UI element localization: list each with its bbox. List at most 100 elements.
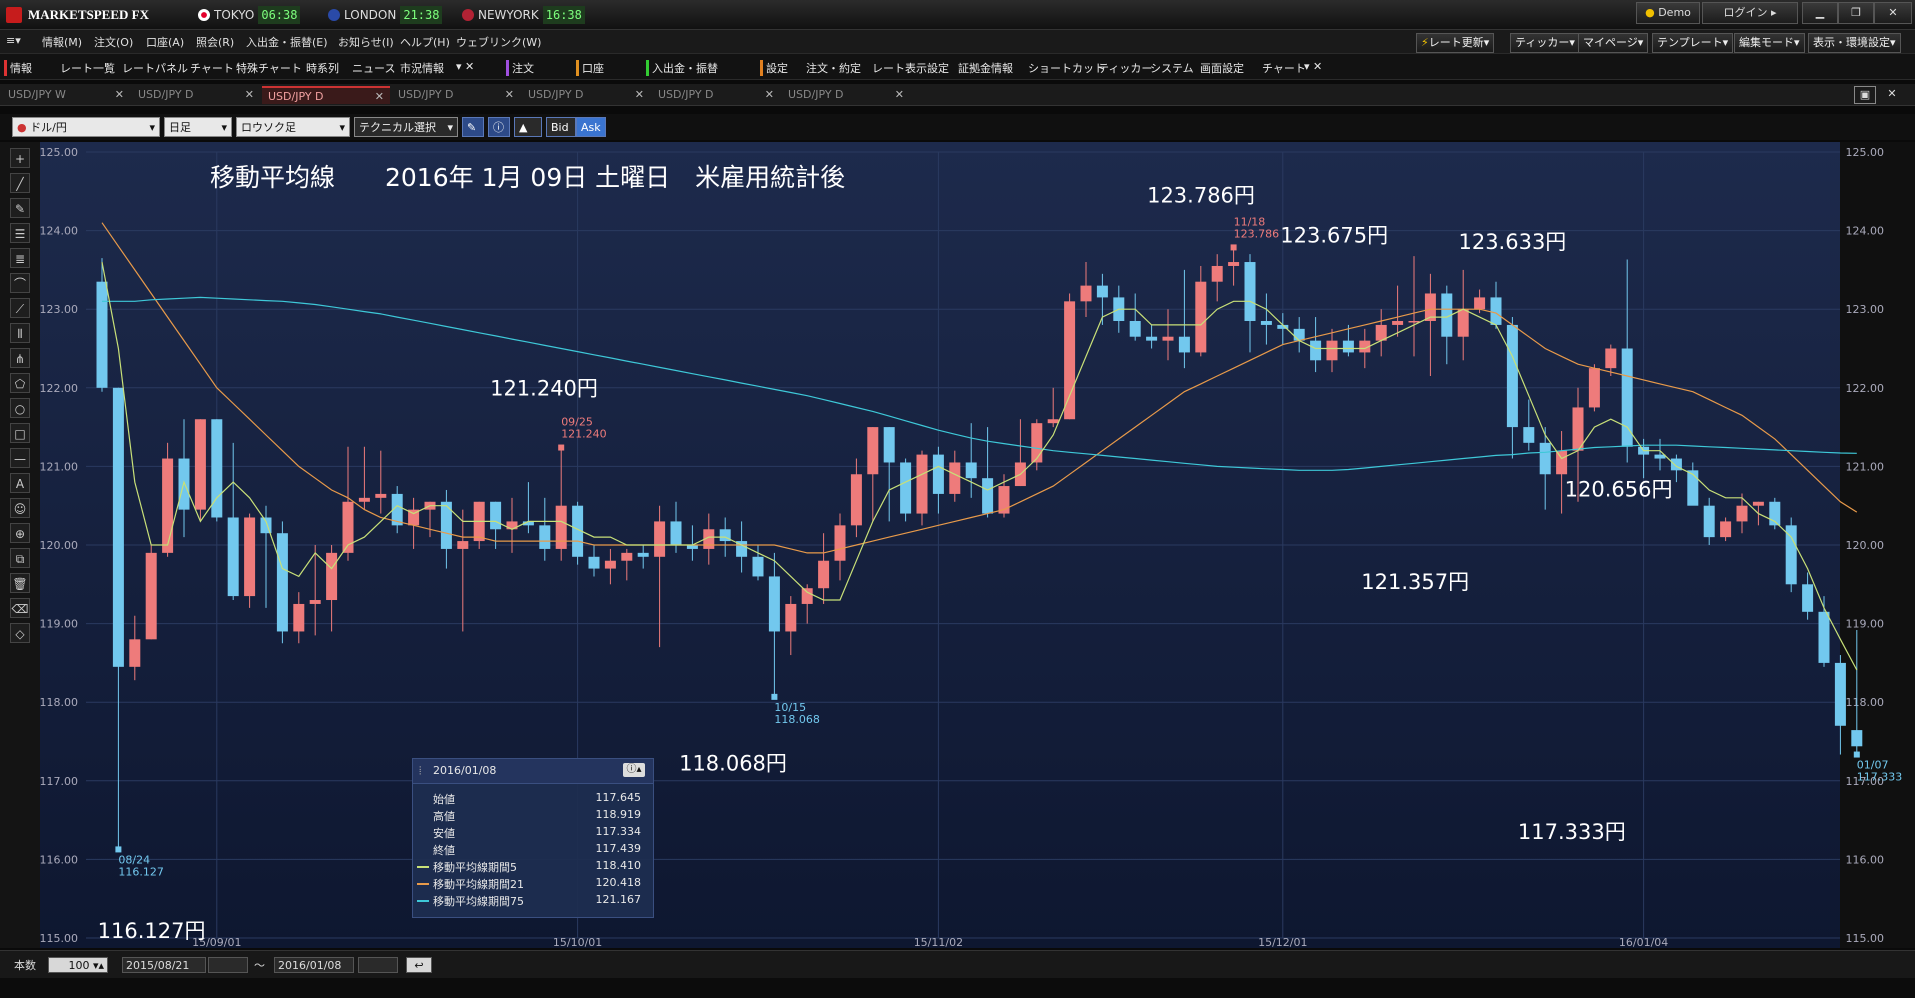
tab-close-icon[interactable]: ✕ (115, 86, 124, 104)
pitchfork-icon[interactable]: ⋔ (10, 348, 30, 368)
rate-update-button[interactable]: ⚡レート更新▾ (1416, 33, 1495, 53)
tab-usdjpy-d-5[interactable]: USD/JPY D ✕ (652, 86, 780, 104)
technical-select[interactable]: テクニカル選択 ▾ (354, 117, 458, 137)
toolbar-info-more-icon[interactable]: ▾ ✕ (456, 60, 474, 73)
from-date-input[interactable]: 2015/08/21 (122, 957, 206, 973)
vertical-lines-icon[interactable]: ⦀ (10, 323, 30, 343)
candle-body (621, 552, 633, 561)
info-collapse-icon[interactable]: ⓘ▴ (623, 763, 645, 777)
mountain-icon[interactable]: ▲ (514, 117, 542, 137)
erase-icon[interactable]: ⌫ (10, 598, 30, 618)
period-select[interactable]: 日足 ▾ (164, 117, 232, 137)
to-time-input[interactable] (358, 957, 398, 973)
toolbar-news[interactable]: ニュース (352, 60, 395, 76)
menu-inquiry[interactable]: 照会(R) (196, 34, 234, 50)
tab-usdjpy-d-6[interactable]: USD/JPY D ✕ (782, 86, 910, 104)
tab-usdjpy-w[interactable]: USD/JPY W ✕ (2, 86, 130, 104)
menu-weblink[interactable]: ウェブリンク(W) (456, 34, 541, 50)
ticker-button[interactable]: ティッカー▾ (1510, 33, 1580, 53)
tab-close-icon[interactable]: ✕ (375, 88, 384, 106)
menu-toggle-icon[interactable]: ≡▾ (6, 34, 21, 47)
pair-select[interactable]: ● ドル/円 ▾ (12, 117, 160, 137)
toolbar-margin-info[interactable]: 証拠金情報 (958, 60, 1013, 76)
rectangle-icon[interactable]: □ (10, 423, 30, 443)
toolbar-order-exec[interactable]: 注文・約定 (806, 60, 861, 76)
toolbar-rate-list[interactable]: レート一覧 (60, 60, 115, 76)
info-value: 118.410 (595, 859, 642, 872)
login-button[interactable]: ログイン ▸ (1702, 2, 1798, 24)
chart-type-select[interactable]: ロウソク足 ▾ (236, 117, 350, 137)
menu-account[interactable]: 口座(A) (146, 34, 184, 50)
restore-icon[interactable]: ❐ (1838, 2, 1874, 24)
drag-handle-icon[interactable]: ⦙ (419, 764, 421, 778)
toolbar-shortcut[interactable]: ショートカット (1028, 60, 1105, 76)
icon-stamp-icon[interactable]: ☺ (10, 498, 30, 518)
toolbar-deposit[interactable]: 入出金・振替 (646, 60, 718, 76)
circle-icon[interactable]: ○ (10, 398, 30, 418)
tab-usdjpy-d-1[interactable]: USD/JPY D ✕ (132, 86, 260, 104)
fibonacci-fan-icon[interactable]: ⟋ (10, 298, 30, 318)
tab-usdjpy-d-3[interactable]: USD/JPY D ✕ (392, 86, 520, 104)
template-button[interactable]: テンプレート▾ (1652, 33, 1734, 53)
count-input[interactable]: 100 ▾▴ (48, 957, 108, 973)
menu-order[interactable]: 注文(O) (94, 34, 133, 50)
toolbar-rate-display[interactable]: レート表示設定 (872, 60, 949, 76)
edit-mode-button[interactable]: 編集モード▾ (1734, 33, 1805, 53)
menu-deposit[interactable]: 入出金・振替(E) (246, 34, 328, 50)
toolbar-timeseries[interactable]: 時系列 (306, 60, 339, 76)
toolbar-ticker[interactable]: ティッカー (1098, 60, 1152, 76)
horizontal-lines-icon[interactable]: ☰ (10, 223, 30, 243)
from-time-input[interactable] (208, 957, 248, 973)
ask-button[interactable]: Ask (576, 117, 606, 137)
menu-info[interactable]: 情報(M) (42, 34, 82, 50)
zoom-icon[interactable]: ⊕ (10, 523, 30, 543)
ohlc-info-panel[interactable]: ⦙ 2016/01/08 ⓘ▴ 始値 117.645 高値 118.919 安値 117.… (412, 758, 654, 918)
info-icon[interactable]: ⓘ (488, 117, 510, 137)
toolbar-settings-more-icon[interactable]: ▾ ✕ (1304, 60, 1322, 73)
pentagon-icon[interactable]: ⬠ (10, 373, 30, 393)
pencil-icon[interactable]: ✎ (10, 198, 30, 218)
toolbar-order[interactable]: 注文 (506, 60, 534, 76)
toolbar-special-chart[interactable]: 特殊チャート (236, 60, 302, 76)
candlestick-chart[interactable]: 125.00 124.00 123.00 122.00 121.00 120.00 119.… (40, 142, 1915, 949)
horizontal-line-icon[interactable]: — (10, 448, 30, 468)
toolbar-chart[interactable]: チャート (190, 60, 234, 76)
copy-icon[interactable]: ⧉ (10, 548, 30, 568)
channel-lines-icon[interactable]: ≣ (10, 248, 30, 268)
pen-icon[interactable]: ✎ (462, 117, 484, 137)
chart-area[interactable]: 125.00 124.00 123.00 122.00 121.00 120.00 119.… (40, 142, 1915, 949)
trend-line-icon[interactable]: ╱ (10, 173, 30, 193)
tab-usdjpy-d-4[interactable]: USD/JPY D ✕ (522, 86, 650, 104)
maximize-icon[interactable]: ▣ (1854, 86, 1876, 104)
toolbar-market-info[interactable]: 市況情報 (400, 60, 444, 76)
toolbar-screen-settings[interactable]: 画面設定 (1200, 60, 1244, 76)
toolbar-rate-panel[interactable]: レートパネル (122, 60, 188, 76)
tab-close-icon[interactable]: ✕ (245, 86, 254, 104)
demo-button[interactable]: ● Demo (1636, 2, 1700, 24)
display-settings-button[interactable]: 表示・環境設定▾ (1808, 33, 1901, 53)
mypage-button[interactable]: マイページ▾ (1578, 33, 1649, 53)
arc-icon[interactable]: ⌒ (10, 273, 30, 293)
close-icon[interactable]: ✕ (1874, 2, 1912, 24)
toolbar-system[interactable]: システム (1150, 60, 1194, 76)
candle-body (96, 281, 108, 388)
to-date-input[interactable]: 2016/01/08 (274, 957, 354, 973)
tag-icon[interactable]: ◇ (10, 623, 30, 643)
tab-close-icon[interactable]: ✕ (895, 86, 904, 104)
tab-close-icon[interactable]: ✕ (505, 86, 514, 104)
refresh-icon[interactable]: ↩ (406, 957, 432, 973)
toolbar-account[interactable]: 口座 (576, 60, 604, 76)
tab-usdjpy-d-active[interactable]: USD/JPY D ✕ (262, 86, 390, 104)
tab-close-icon[interactable]: ✕ (765, 86, 774, 104)
minimize-icon[interactable]: ▁ (1802, 2, 1838, 24)
menu-notice[interactable]: お知らせ(I) (338, 34, 394, 50)
toolbar-chart-settings[interactable]: チャート (1262, 60, 1306, 76)
trash-icon[interactable]: 🗑 (10, 573, 30, 593)
menu-help[interactable]: ヘルプ(H) (400, 34, 450, 50)
crosshair-icon[interactable]: + (10, 148, 30, 168)
tab-close-icon[interactable]: ✕ (635, 86, 644, 104)
bid-button[interactable]: Bid (546, 117, 576, 137)
text-icon[interactable]: A (10, 473, 30, 493)
candle-body (768, 576, 780, 632)
panel-close-icon[interactable]: ✕ (1882, 86, 1902, 102)
